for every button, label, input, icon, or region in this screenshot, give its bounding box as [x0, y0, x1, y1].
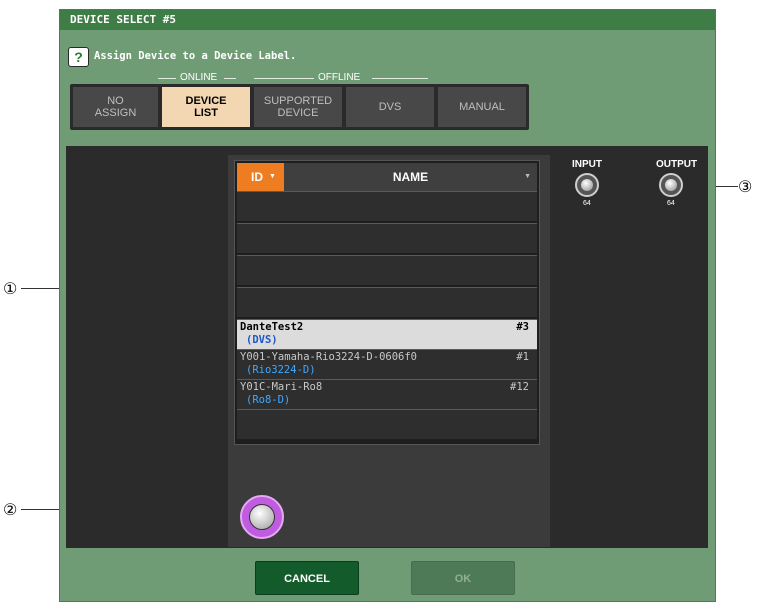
device-name: Y001-Yamaha-Rio3224-D-0606f0 [240, 351, 418, 363]
input-label: INPUT [572, 159, 602, 170]
input-knob[interactable] [575, 173, 599, 197]
question-icon[interactable]: ? [68, 47, 89, 67]
device-name: Y01C-Mari-Ro8 [240, 381, 323, 393]
callout-3: ③ [738, 179, 753, 196]
output-value: 64 [667, 200, 675, 207]
list-row-empty[interactable] [237, 223, 537, 253]
assign-mode-tabs: NO ASSIGN DEVICE LIST SUPPORTED DEVICE D… [70, 84, 529, 130]
device-type: (Rio3224-D) [246, 364, 316, 376]
list-row-empty[interactable] [237, 191, 537, 221]
sort-chevron-icon: ▼ [269, 173, 276, 180]
online-group-label: ONLINE [180, 72, 218, 83]
offline-group-line-left [254, 78, 314, 79]
offline-group-label: OFFLINE [318, 72, 361, 83]
name-sort-header[interactable]: NAME ▼ [284, 163, 537, 191]
device-id: #1 [516, 351, 529, 363]
output-label: OUTPUT [656, 159, 698, 170]
tab-supported-device[interactable]: SUPPORTED DEVICE [254, 87, 342, 127]
device-type: (Ro8-D) [246, 394, 291, 406]
list-scroll-knob[interactable] [240, 495, 284, 539]
list-row-device[interactable]: DanteTest2 (DVS) #3 [237, 319, 537, 349]
list-header: ID ▼ NAME ▼ [237, 163, 537, 191]
tab-no-assign[interactable]: NO ASSIGN [73, 87, 158, 127]
sort-chevron-icon: ▼ [524, 173, 531, 180]
tab-device-list[interactable]: DEVICE LIST [162, 87, 250, 127]
ok-button[interactable]: OK [411, 561, 515, 595]
knob-icon [665, 179, 677, 191]
input-value: 64 [583, 200, 591, 207]
device-list-container: ID ▼ NAME ▼ DanteTest2 (DVS) #3 Y001-Yam… [228, 155, 550, 547]
list-row-device[interactable]: Y01C-Mari-Ro8 (Ro8-D) #12 [237, 379, 537, 409]
list-row-empty[interactable] [237, 255, 537, 285]
tab-manual-label: MANUAL [459, 101, 505, 113]
cancel-button[interactable]: CANCEL [255, 561, 359, 595]
tab-no-assign-label: NO ASSIGN [94, 95, 137, 119]
list-row-device[interactable]: Y001-Yamaha-Rio3224-D-0606f0 (Rio3224-D)… [237, 349, 537, 379]
online-group-line-left [158, 78, 176, 79]
tab-dvs-label: DVS [378, 101, 402, 113]
tab-dvs[interactable]: DVS [346, 87, 434, 127]
knob-icon [581, 179, 593, 191]
list-row-empty[interactable] [237, 409, 537, 439]
list-row-empty[interactable] [237, 287, 537, 317]
offline-group-line-right [372, 78, 428, 79]
id-header-label: ID [251, 170, 263, 184]
device-id: #3 [516, 321, 529, 333]
knob-icon [249, 504, 275, 530]
device-type: (DVS) [246, 334, 278, 346]
callout-1: ① [3, 281, 18, 298]
device-list[interactable]: ID ▼ NAME ▼ DanteTest2 (DVS) #3 Y001-Yam… [234, 160, 540, 445]
id-sort-header[interactable]: ID ▼ [237, 163, 284, 191]
io-count-panel: INPUT OUTPUT 64 64 [562, 157, 702, 209]
tab-device-list-label: DEVICE LIST [185, 95, 227, 119]
tab-manual[interactable]: MANUAL [438, 87, 526, 127]
tab-supported-device-label: SUPPORTED DEVICE [263, 95, 333, 119]
output-knob[interactable] [659, 173, 683, 197]
main-panel: ID ▼ NAME ▼ DanteTest2 (DVS) #3 Y001-Yam… [66, 146, 708, 548]
callout-2: ② [3, 502, 18, 519]
device-id: #12 [510, 381, 529, 393]
device-name: DanteTest2 [240, 321, 304, 333]
device-select-window: DEVICE SELECT #5 ? Assign Device to a De… [59, 9, 716, 602]
instruction-text: Assign Device to a Device Label. [94, 50, 297, 62]
name-header-label: NAME [392, 170, 429, 184]
window-title: DEVICE SELECT #5 [60, 10, 715, 30]
online-group-line-right [224, 78, 236, 79]
